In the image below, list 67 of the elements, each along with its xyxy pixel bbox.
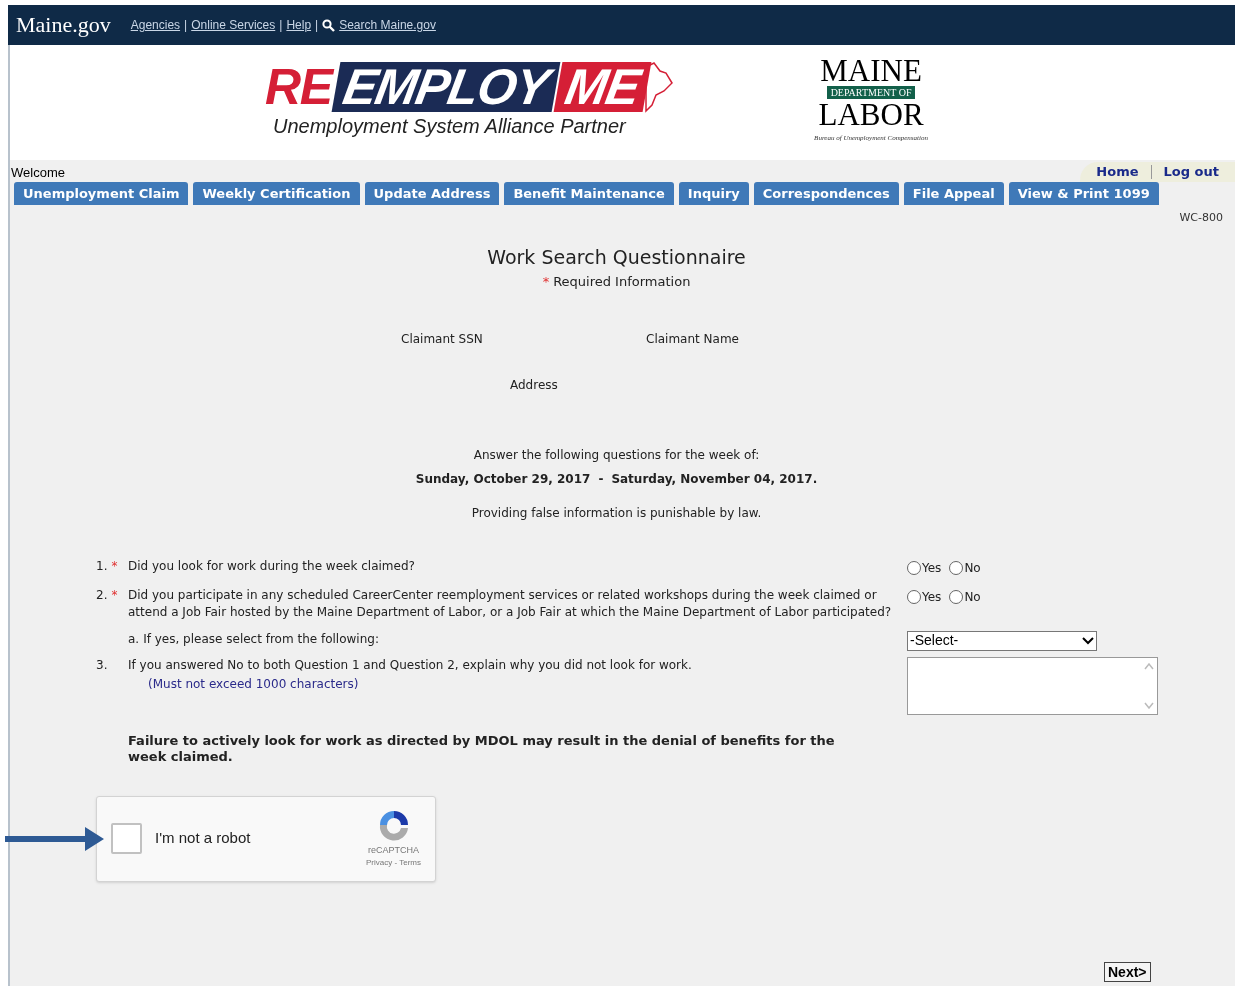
captcha-links[interactable]: Privacy - Terms [366, 857, 421, 870]
captcha-checkbox[interactable] [111, 823, 142, 854]
dol-logo-title: LABOR [818, 99, 924, 130]
textarea-field[interactable] [907, 656, 1158, 715]
top-nav-link[interactable]: Online Services [191, 16, 276, 34]
welcome-text: Welcome [11, 163, 65, 182]
select-dropdown[interactable]: -Select- [907, 630, 1097, 651]
logo-tagline: Unemployment System Alliance Partner [273, 114, 626, 139]
required-mark: * [111, 557, 118, 575]
warning-text: Providing false information is punishable by law. [471, 504, 762, 522]
question-number: 2. [96, 586, 108, 604]
state-outline-icon [644, 61, 675, 113]
week-start-date: Sunday, October 29, 2017 [415, 470, 591, 488]
instruction-text: Answer the following questions for the week of: [473, 446, 760, 464]
radio-button[interactable] [949, 589, 964, 604]
site-logo[interactable]: Maine.gov [16, 14, 111, 36]
question-number: 1. [96, 557, 108, 575]
nav-tab[interactable]: Update Address [364, 182, 500, 205]
nav-tab[interactable]: File Appeal [903, 182, 1004, 205]
week-end-date: Saturday, November 04, 2017. [611, 470, 818, 488]
question-text: If you answered No to both Question 1 and Question 2, explain why you did not look for work. [128, 656, 693, 674]
radio-label: No [964, 588, 981, 606]
field-label: Claimant SSN [401, 330, 484, 348]
radio-button[interactable] [907, 589, 921, 604]
chevron-down-icon [1082, 636, 1094, 645]
question-text: Did you look for work during the week claimed? [128, 557, 416, 575]
field-label: Claimant Name [646, 330, 739, 348]
link-separator: | [184, 17, 188, 34]
question-number: a. [128, 630, 140, 648]
next-button[interactable]: Next> [1104, 962, 1151, 982]
link-separator: | [279, 17, 283, 34]
field-label: Address [510, 377, 558, 392]
radio-label: No [964, 559, 981, 577]
search-icon [322, 18, 336, 32]
top-nav-link[interactable]: Search Maine.gov [339, 16, 436, 34]
question-text: Did you participate in any scheduled CareerCenter reemployment services or related workshops during the week claimed or attend a Job Fair hosted by the Maine Department of Labor, or a Job Fair at which the Maine Department of Labor participated? [128, 586, 893, 621]
captcha-brand: reCAPTCHA [368, 843, 419, 857]
nav-tab[interactable]: Inquiry [678, 182, 749, 205]
nav-tab[interactable]: Unemployment Claim [14, 182, 189, 205]
radio-button[interactable] [949, 560, 964, 575]
required-mark: * [542, 273, 550, 291]
nav-tab[interactable]: Correspondences [753, 182, 899, 205]
scroll-down-icon[interactable] [1143, 701, 1154, 709]
nav-tab[interactable]: Benefit Maintenance [504, 182, 674, 205]
page-title: Work Search Questionnaire [487, 244, 746, 270]
question-number: 3. [96, 656, 108, 674]
nav-link[interactable]: Log out [1163, 162, 1219, 182]
required-mark: * [111, 586, 118, 604]
form-id: WC-800 [1179, 210, 1223, 226]
scroll-up-icon[interactable] [1143, 662, 1154, 670]
captcha-label: I'm not a robot [155, 828, 251, 849]
notice-text: Failure to actively look for work as directed by MDOL may result in the denial of benefits for the week claimed. [128, 732, 836, 765]
dol-logo-band: DEPARTMENT OF [826, 86, 916, 99]
question-text: If yes, please select from the following: [143, 630, 380, 648]
nav-link[interactable]: Home [1096, 162, 1139, 182]
required-note: Required Information [553, 273, 691, 291]
radio-label: Yes [922, 588, 942, 606]
radio-label: Yes [922, 559, 942, 577]
radio-button[interactable] [907, 560, 921, 575]
nav-tab[interactable]: Weekly Certification [193, 182, 360, 205]
top-nav-link[interactable]: Help [286, 16, 312, 34]
character-limit-note: (Must not exceed 1000 characters) [148, 675, 360, 693]
dol-logo-title: MAINE [820, 55, 922, 86]
date-separator: - [598, 470, 604, 488]
top-nav-link[interactable]: Agencies [130, 16, 181, 34]
nav-tab[interactable]: View & Print 1099 [1008, 182, 1159, 205]
link-separator: | [315, 17, 319, 34]
